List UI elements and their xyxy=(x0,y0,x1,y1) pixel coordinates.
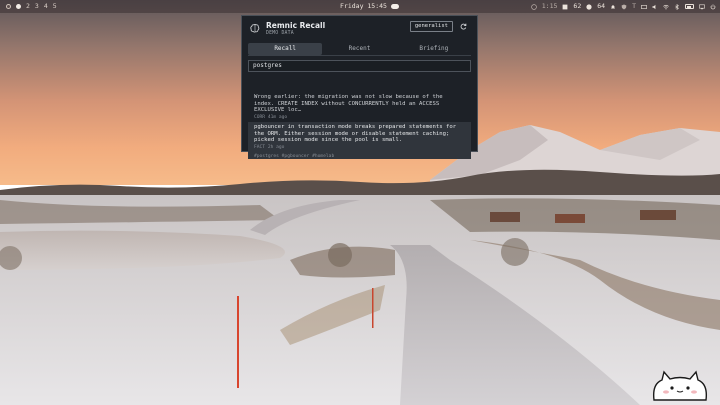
workspace-5[interactable]: 5 xyxy=(53,0,57,13)
clock[interactable]: Friday 15:45 xyxy=(340,0,399,13)
clock-icon[interactable] xyxy=(531,3,537,10)
panel-tabs: Recall Recent Briefing xyxy=(248,43,471,55)
search-input[interactable]: postgres xyxy=(248,60,471,72)
keyboard-icon[interactable] xyxy=(641,4,647,10)
cat-mascot-icon xyxy=(652,370,708,401)
tab-recall[interactable]: Recall xyxy=(248,43,323,55)
workspace-switcher: 2 3 4 5 xyxy=(6,0,57,13)
workspace-4[interactable]: 4 xyxy=(44,0,48,13)
cloud-icon xyxy=(390,4,399,9)
tag-text: T xyxy=(632,2,636,10)
system-tray: 1:15 62 64 T xyxy=(531,0,716,13)
result-item[interactable]: Wrong earlier: the migration was not slo… xyxy=(248,94,471,120)
tab-divider xyxy=(248,55,471,56)
monitor-icon[interactable] xyxy=(699,4,705,10)
bell-icon[interactable] xyxy=(610,4,616,10)
power-icon[interactable] xyxy=(710,3,716,10)
top-bar: 2 3 4 5 Friday 15:45 1:15 62 64 T xyxy=(0,0,720,13)
memory-icon[interactable] xyxy=(586,3,592,10)
shield-icon[interactable] xyxy=(621,4,627,10)
result-meta: FACT 2h ago xyxy=(254,144,285,150)
timer-text: 1:15 xyxy=(541,2,558,10)
result-tags: #postgres #pgbouncer #homelab xyxy=(254,154,335,159)
bluetooth-icon[interactable] xyxy=(674,3,680,10)
volume-icon[interactable] xyxy=(652,4,658,10)
result-text: pgbouncer in transaction mode breaks pre… xyxy=(254,124,457,144)
tab-briefing[interactable]: Briefing xyxy=(397,43,471,55)
brain-icon xyxy=(250,24,260,33)
panel-title: Remnic Recall xyxy=(266,21,326,30)
namespace-badge[interactable]: generalist xyxy=(409,21,453,32)
workspace-2[interactable]: 2 xyxy=(26,0,30,13)
cpu-text: 62 xyxy=(573,2,582,10)
workspace-indicator-active[interactable] xyxy=(16,4,21,9)
workspace-3[interactable]: 3 xyxy=(35,0,39,13)
result-text: Wrong earlier: the migration was not slo… xyxy=(254,94,443,114)
tab-recent[interactable]: Recent xyxy=(322,43,396,55)
workspace-indicator-inactive[interactable] xyxy=(6,4,11,9)
result-meta: CORR 41m ago xyxy=(254,114,288,120)
wifi-icon[interactable] xyxy=(663,4,669,10)
clock-text: Friday 15:45 xyxy=(340,2,387,10)
memory-text: 64 xyxy=(597,2,606,10)
remnic-recall-panel: Remnic Recall DEMO DATA generalist Recal… xyxy=(241,15,478,159)
refresh-icon[interactable] xyxy=(460,23,467,30)
panel-subtitle: DEMO DATA xyxy=(266,31,294,36)
cpu-icon[interactable] xyxy=(562,4,568,10)
battery-icon[interactable] xyxy=(685,4,694,9)
panel-header: Remnic Recall DEMO DATA generalist xyxy=(248,20,471,38)
